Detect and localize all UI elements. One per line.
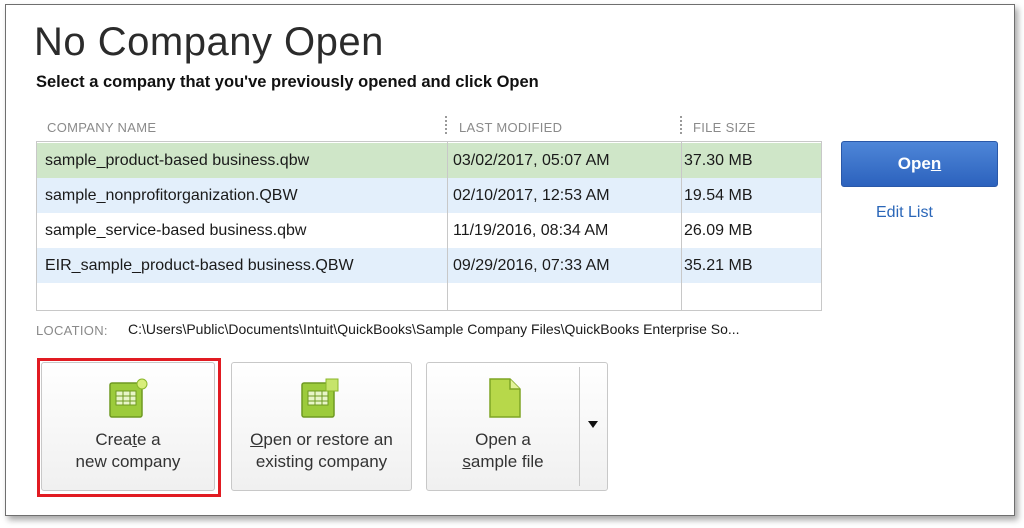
company-name-cell: EIR_sample_product-based business.QBW [45, 257, 354, 274]
label-text: existing company [255, 452, 388, 471]
column-header-file-size[interactable]: FILE SIZE [693, 120, 756, 135]
table-body: sample_product-based business.qbw 03/02/… [36, 141, 822, 311]
table-row[interactable]: sample_product-based business.qbw 03/02/… [37, 143, 821, 178]
edit-list-link[interactable]: Edit List [876, 204, 933, 222]
column-resize-handle[interactable] [445, 116, 447, 134]
company-name-cell: sample_nonprofitorganization.QBW [45, 187, 298, 204]
company-name-cell: sample_service-based business.qbw [45, 222, 307, 239]
page-title: No Company Open [34, 20, 384, 64]
table-row[interactable]: sample_nonprofitorganization.QBW 02/10/2… [37, 178, 821, 213]
company-name-cell: sample_product-based business.qbw [45, 152, 310, 169]
split-button-divider [579, 367, 580, 486]
label-text: e a [136, 430, 161, 449]
sample-file-icon [489, 378, 521, 418]
open-button[interactable]: Ope n [841, 141, 998, 187]
open-button-label: Ope [897, 154, 931, 173]
file-size-cell: 37.30 MB [684, 152, 753, 169]
column-resize-handle[interactable] [680, 116, 682, 134]
last-modified-cell: 03/02/2017, 05:07 AM [453, 152, 610, 169]
column-header-company-name[interactable]: COMPANY NAME [47, 120, 156, 135]
page-subtitle: Select a company that you've previously … [36, 73, 539, 91]
dropdown-arrow-icon[interactable] [588, 421, 598, 428]
column-header-last-modified[interactable]: LAST MODIFIED [459, 120, 562, 135]
file-size-cell: 26.09 MB [684, 222, 753, 239]
open-sample-file-label: Open a sample file [427, 429, 579, 473]
column-divider [681, 142, 682, 310]
last-modified-cell: 09/29/2016, 07:33 AM [453, 257, 610, 274]
open-restore-company-label: Open or restore an existing company [232, 429, 411, 473]
company-list-table: COMPANY NAME LAST MODIFIED FILE SIZE sam… [36, 112, 822, 311]
table-row[interactable]: EIR_sample_product-based business.QBW 09… [37, 248, 821, 283]
open-restore-company-button[interactable]: Open or restore an existing company [231, 362, 412, 491]
last-modified-cell: 02/10/2017, 12:53 AM [453, 187, 610, 204]
open-company-icon [301, 378, 339, 418]
location-path: C:\Users\Public\Documents\Intuit\QuickBo… [128, 321, 740, 337]
column-divider [447, 142, 448, 310]
label-text: ample file [470, 452, 544, 471]
create-new-company-button[interactable]: Create a new company [41, 362, 215, 491]
location-label: LOCATION: [36, 323, 108, 338]
open-sample-file-button[interactable]: Open a sample file [426, 362, 608, 491]
label-text: Open a [475, 430, 531, 449]
label-text: new company [75, 452, 181, 471]
last-modified-cell: 11/19/2016, 08:34 AM [453, 222, 609, 239]
label-mnemonic: O [250, 430, 264, 449]
create-new-company-label: Create a new company [42, 429, 214, 473]
open-button-mnemonic: n [930, 154, 942, 173]
file-size-cell: 19.54 MB [684, 187, 753, 204]
table-row[interactable]: sample_service-based business.qbw 11/19/… [37, 213, 821, 248]
label-mnemonic: s [462, 452, 471, 471]
file-size-cell: 35.21 MB [684, 257, 753, 274]
label-text: pen or restore an [263, 430, 393, 449]
label-text: Crea [95, 430, 133, 449]
new-company-icon [109, 378, 148, 418]
table-header: COMPANY NAME LAST MODIFIED FILE SIZE [36, 112, 822, 140]
no-company-open-window: No Company Open Select a company that yo… [5, 4, 1015, 516]
